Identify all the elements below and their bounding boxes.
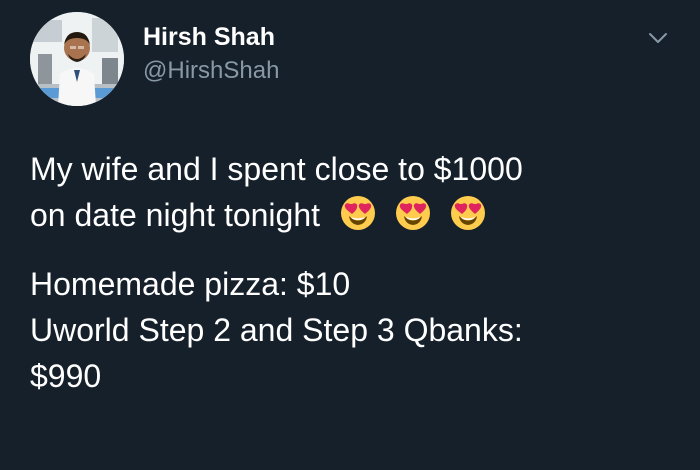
author-display-name[interactable]: Hirsh Shah: [143, 22, 279, 52]
tweet-text: My wife and I spent close to $1000 on da…: [30, 146, 670, 399]
heart-eyes-emoji: [449, 194, 487, 232]
tweet-card: Hirsh Shah @HirshShah My wife and I spen…: [0, 0, 700, 470]
tweet-text-line-3: Homemade pizza: $10: [30, 266, 351, 302]
tweet-text-line-2: on date night tonight: [30, 197, 321, 233]
heart-eyes-emoji: [339, 194, 377, 232]
tweet-text-line-4: Uworld Step 2 and Step 3 Qbanks:: [30, 312, 523, 348]
author-names: Hirsh Shah @HirshShah: [143, 22, 279, 86]
heart-eyes-emoji: [394, 194, 432, 232]
tweet-header: Hirsh Shah @HirshShah: [30, 12, 670, 107]
avatar[interactable]: [30, 12, 124, 106]
tweet-text-line-2-wrapper: on date night tonight: [30, 192, 670, 244]
tweet-text-line-5: $990: [30, 358, 102, 394]
emoji-row: [339, 194, 495, 244]
tweet-text-line-1: My wife and I spent close to $1000: [30, 151, 523, 187]
author-handle[interactable]: @HirshShah: [143, 56, 279, 86]
chevron-down-icon[interactable]: [646, 26, 670, 50]
profile-photo-avatar: [30, 12, 124, 106]
